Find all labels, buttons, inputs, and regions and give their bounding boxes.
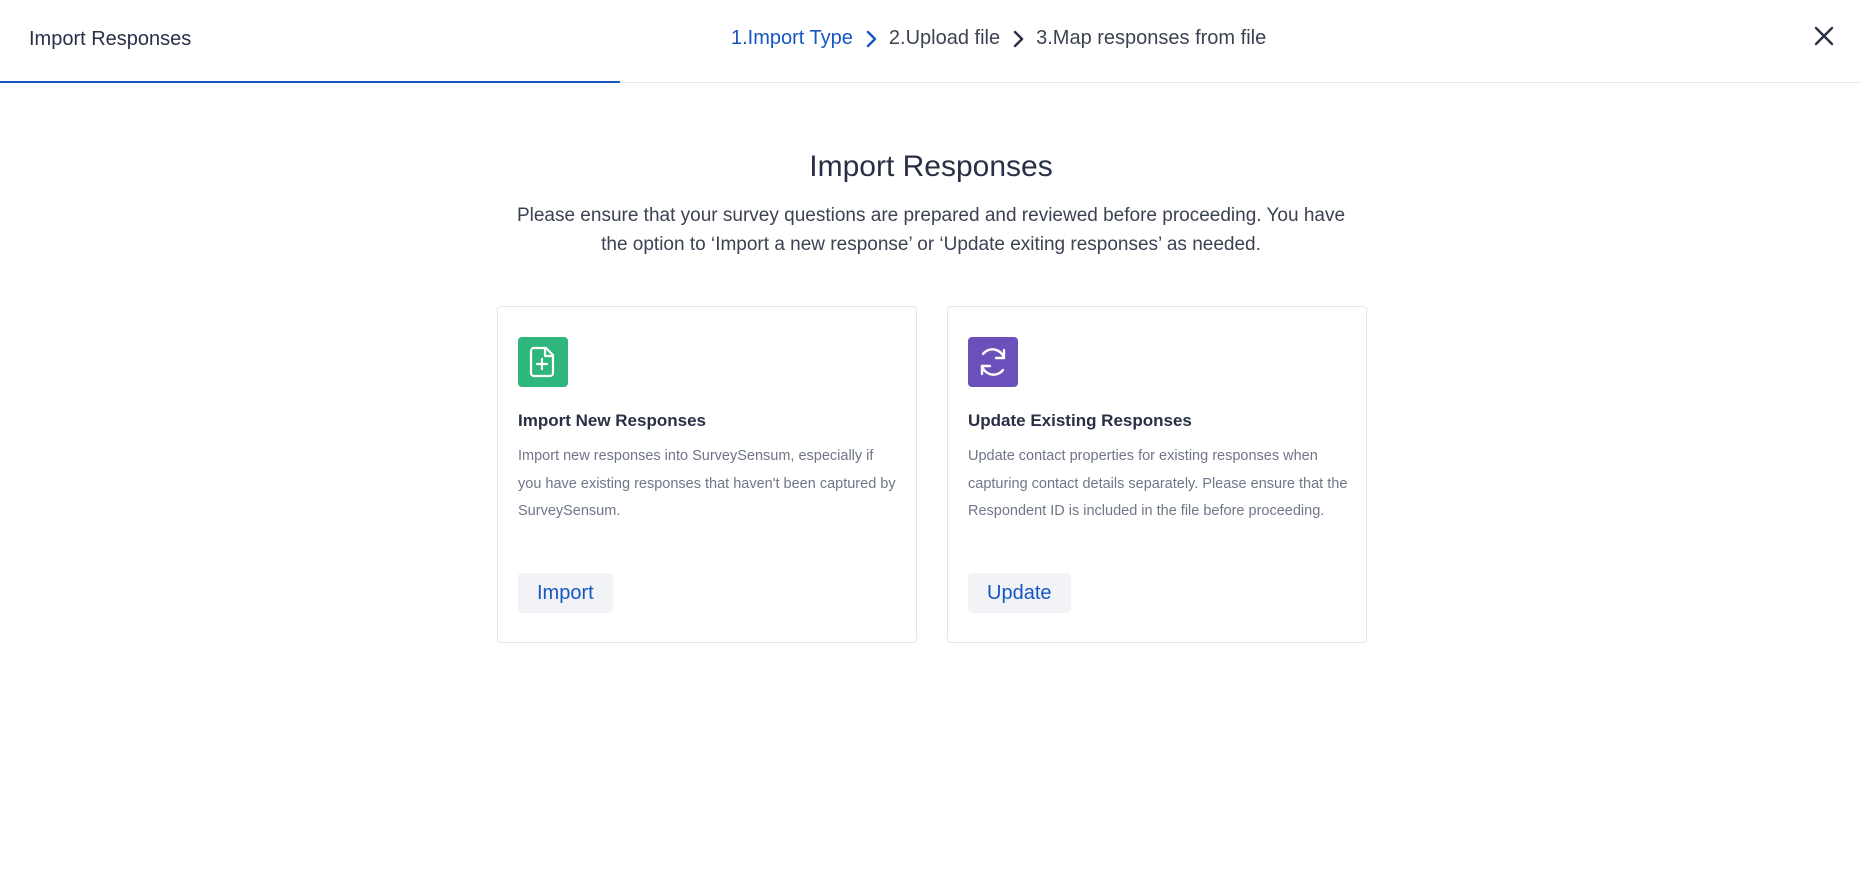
close-icon[interactable]	[1812, 24, 1836, 48]
progress-bar	[0, 81, 621, 83]
chevron-right-icon	[866, 30, 877, 47]
card-title: Update Existing Responses	[968, 411, 1192, 430]
description-line-1: Please ensure that your survey questions…	[516, 205, 1346, 226]
stepper: 1.Import Type 2.Upload file 3.Map respon…	[731, 27, 1266, 50]
card-description: Import new responses into SurveySensum, …	[518, 448, 896, 519]
import-button[interactable]: Import	[518, 573, 613, 613]
refresh-icon	[968, 337, 1018, 387]
import-new-card: Import New Responses Import new response…	[497, 306, 917, 643]
step-import-type[interactable]: 1.Import Type	[731, 27, 853, 50]
step-upload-file[interactable]: 2.Upload file	[889, 27, 1000, 50]
top-bar: Import Responses 1.Import Type 2.Upload …	[0, 0, 1862, 83]
main-heading: Import Responses	[809, 150, 1053, 183]
card-description: Update contact properties for existing r…	[968, 448, 1348, 519]
update-button[interactable]: Update	[968, 573, 1071, 613]
step-map-responses[interactable]: 3.Map responses from file	[1036, 27, 1266, 50]
description: Please ensure that your survey questions…	[0, 201, 1862, 259]
file-plus-icon	[518, 337, 568, 387]
chevron-right-icon	[1013, 30, 1024, 47]
card-title: Import New Responses	[518, 411, 706, 430]
page-title: Import Responses	[29, 28, 192, 50]
description-line-2: the option to ‘Import a new response’ or…	[601, 234, 1261, 255]
update-existing-card: Update Existing Responses Update contact…	[947, 306, 1367, 643]
